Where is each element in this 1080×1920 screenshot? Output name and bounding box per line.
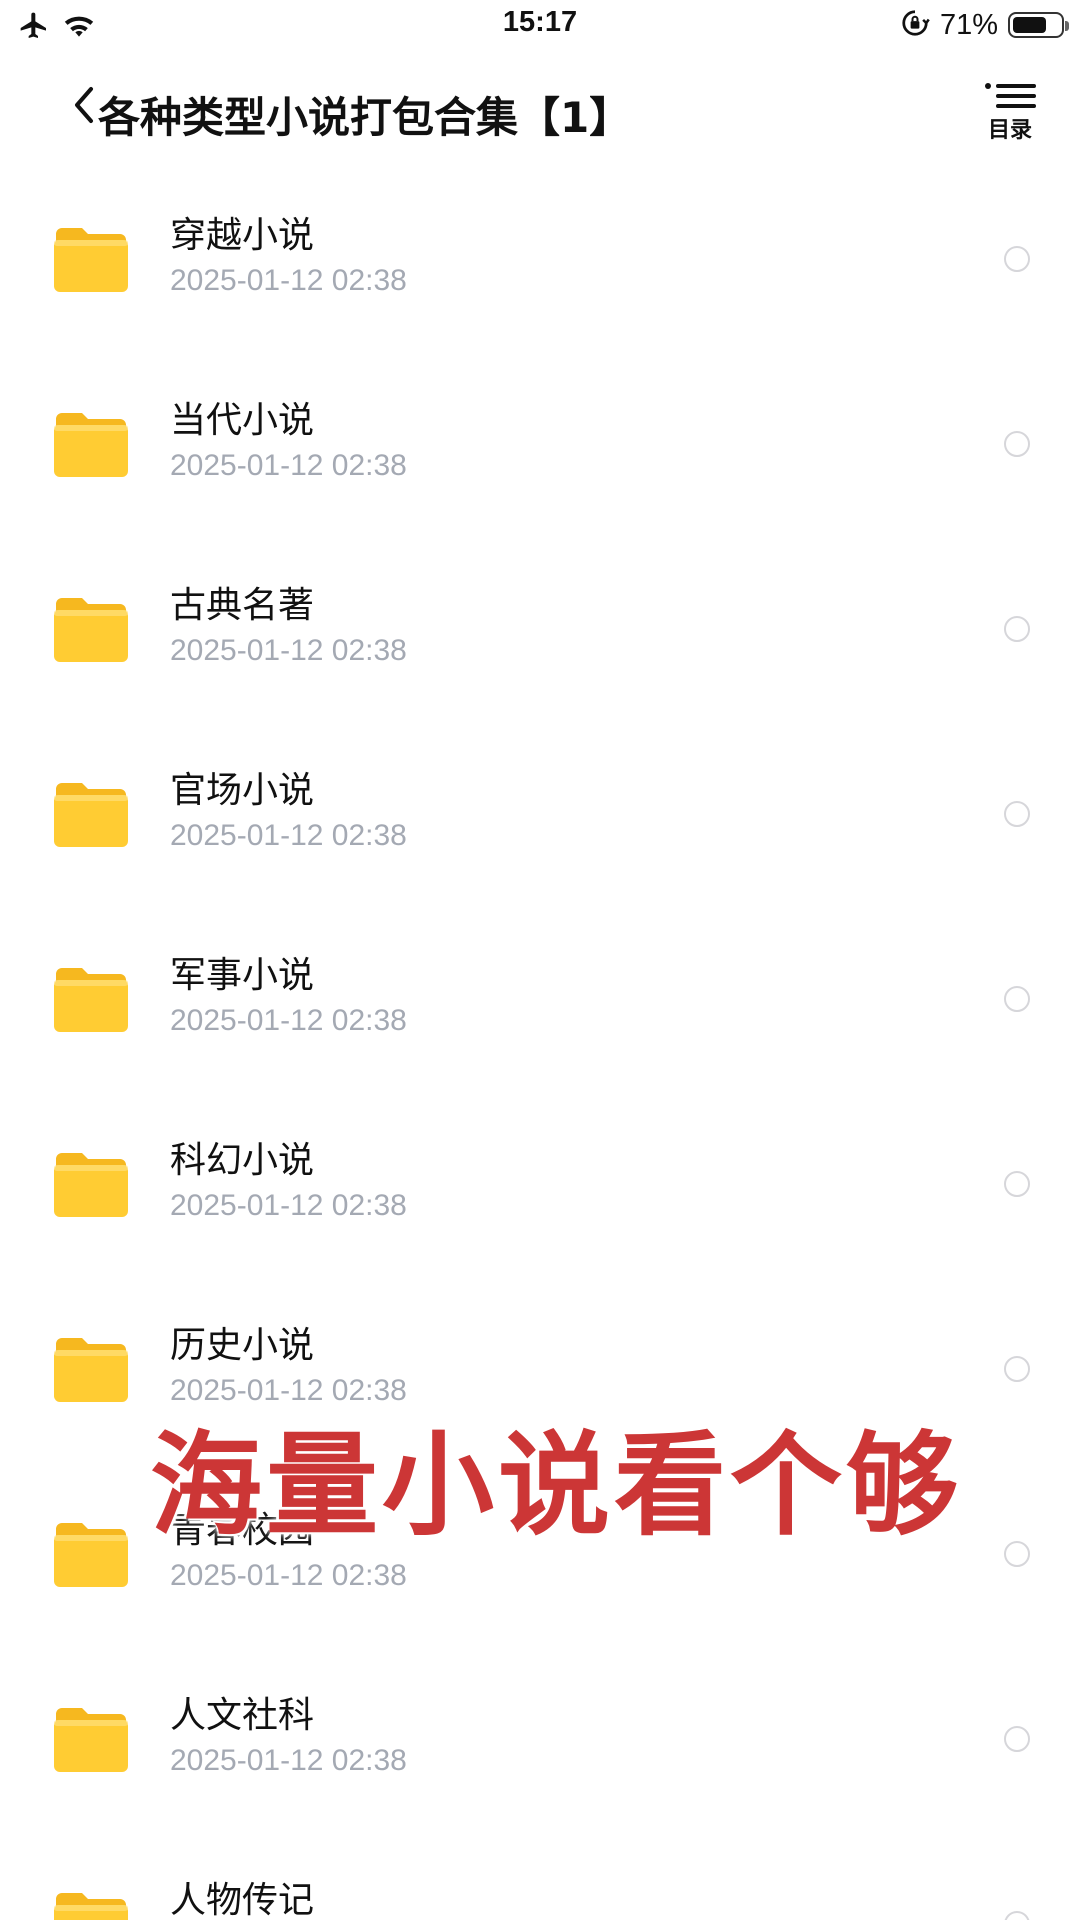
select-radio[interactable]: [1004, 801, 1030, 827]
status-bar: 15:17 71%: [0, 0, 1080, 54]
file-name: 军事小说: [170, 955, 315, 996]
file-name: 人物传记: [170, 1880, 315, 1920]
select-radio[interactable]: [1004, 431, 1030, 457]
folder-icon: [52, 1704, 130, 1774]
select-radio[interactable]: [1004, 1726, 1030, 1752]
file-list-item[interactable]: 人文社科 2025-01-12 02:38: [0, 1646, 1080, 1831]
file-list-item[interactable]: 军事小说 2025-01-12 02:38: [0, 906, 1080, 1091]
file-name: 穿越小说: [170, 215, 315, 256]
file-date: 2025-01-12 02:38: [170, 1559, 407, 1592]
catalog-label: 目录: [987, 118, 1032, 143]
select-radio[interactable]: [1004, 246, 1030, 272]
file-list-item[interactable]: 官场小说 2025-01-12 02:38: [0, 721, 1080, 906]
promo-overlay-text: 海量小说看个够: [150, 1421, 962, 1551]
folder-icon: [52, 964, 130, 1034]
nav-bar: 各种类型小说打包合集【1】 目录: [0, 60, 1080, 160]
file-date: 2025-01-12 02:38: [170, 1004, 407, 1037]
select-radio[interactable]: [1004, 616, 1030, 642]
file-list-item[interactable]: 古典名著 2025-01-12 02:38: [0, 536, 1080, 721]
file-list-item[interactable]: 穿越小说 2025-01-12 02:38: [0, 166, 1080, 351]
chevron-left-icon: [71, 85, 95, 129]
folder-icon: [52, 409, 130, 479]
battery-icon: [1008, 12, 1069, 38]
folder-icon: [52, 779, 130, 849]
file-list-item[interactable]: 人物传记: [0, 1831, 1080, 1920]
file-date: 2025-01-12 02:38: [170, 264, 407, 297]
battery-percent: 71%: [939, 8, 998, 41]
file-date: 2025-01-12 02:38: [170, 449, 407, 482]
select-radio[interactable]: [1004, 986, 1030, 1012]
file-date: 2025-01-12 02:38: [170, 1744, 407, 1777]
file-name: 历史小说: [170, 1325, 315, 1366]
back-button[interactable]: [68, 82, 98, 132]
file-name: 科幻小说: [170, 1140, 315, 1181]
file-date: 2025-01-12 02:38: [170, 1189, 407, 1222]
file-list-item[interactable]: 科幻小说 2025-01-12 02:38: [0, 1091, 1080, 1276]
select-radio[interactable]: [1004, 1171, 1030, 1197]
catalog-button[interactable]: 目录: [980, 82, 1040, 144]
list-icon: [980, 82, 1040, 114]
file-list-item[interactable]: 当代小说 2025-01-12 02:38: [0, 351, 1080, 536]
file-date: 2025-01-12 02:38: [170, 819, 407, 852]
folder-icon: [52, 1889, 130, 1920]
file-date: 2025-01-12 02:38: [170, 634, 407, 667]
file-name: 官场小说: [170, 770, 315, 811]
file-browser-screen: 15:17 71% 各种类型小说打包合集【1】 目录 穿越小说 2025-01-…: [0, 0, 1080, 1920]
file-list: 穿越小说 2025-01-12 02:38 当代小说 2025-01-12 02:38…: [0, 166, 1080, 1920]
file-name: 古典名著: [170, 585, 315, 626]
folder-icon: [52, 1519, 130, 1589]
folder-icon: [52, 224, 130, 294]
page-title: 各种类型小说打包合集【1】: [98, 93, 632, 142]
file-name: 人文社科: [170, 1695, 315, 1736]
orientation-lock-icon: [900, 8, 930, 42]
status-right: 71%: [900, 8, 1069, 42]
folder-icon: [52, 594, 130, 664]
folder-icon: [52, 1149, 130, 1219]
select-radio[interactable]: [1004, 1356, 1030, 1382]
folder-icon: [52, 1334, 130, 1404]
select-radio[interactable]: [1004, 1911, 1030, 1920]
file-name: 当代小说: [170, 400, 315, 441]
